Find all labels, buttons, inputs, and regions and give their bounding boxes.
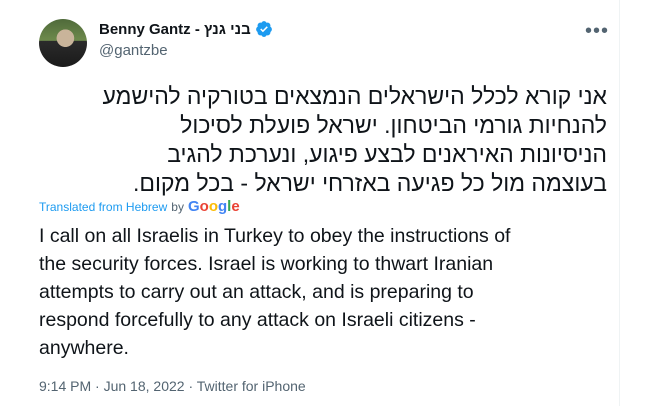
tweet-text-english: I call on all Israelis in Turkey to obey… (39, 222, 614, 362)
tweet-card: Benny Gantz - בני גנץ @gantzbe ••• אני ק… (0, 0, 620, 406)
verified-badge-icon (255, 20, 273, 38)
google-logo-icon: Google (187, 198, 240, 215)
tweet-text-hebrew: אני קורא לכלל הישראלים הנמצאים בטורקיה ל… (39, 82, 607, 198)
meta-separator: · (188, 378, 194, 394)
more-options-icon[interactable]: ••• (585, 21, 608, 41)
translated-label[interactable]: Translated from Hebrew (39, 200, 167, 214)
tweet-source: Twitter for iPhone (196, 378, 306, 394)
translation-attribution[interactable]: Translated from Hebrew by Google (39, 198, 240, 215)
author-name-row[interactable]: Benny Gantz - בני גנץ (99, 20, 273, 38)
translated-by: by (171, 199, 184, 214)
author-handle[interactable]: @gantzbe (99, 42, 168, 59)
tweet-meta: 9:14 PM · Jun 18, 2022 · Twitter for iPh… (39, 378, 306, 394)
tweet-time[interactable]: 9:14 PM (39, 378, 91, 394)
hebrew-line: הניסיונות האיראנים לבצע פיגוע, ונערכת לה… (167, 141, 607, 167)
english-line: I call on all Israelis in Turkey to obey… (39, 225, 511, 247)
english-line: attempts to carry out an attack, and is … (39, 281, 474, 303)
author-name[interactable]: Benny Gantz - בני גנץ (99, 21, 251, 38)
english-line: the security forces. Israel is working t… (39, 253, 494, 275)
meta-separator: · (95, 378, 100, 394)
hebrew-line: בעוצמה מול כל פגיעה באזרחי ישראל - בכל מ… (132, 170, 607, 196)
hebrew-line: להנחיות גורמי הביטחון. ישראל פועלת לסיכו… (180, 112, 607, 138)
tweet-date[interactable]: Jun 18, 2022 (104, 378, 185, 394)
hebrew-line: אני קורא לכלל הישראלים הנמצאים בטורקיה ל… (102, 83, 607, 109)
avatar[interactable] (39, 19, 87, 67)
english-line: anywhere. (39, 337, 129, 359)
english-line: respond forcefully to any attack on Isra… (39, 309, 476, 331)
